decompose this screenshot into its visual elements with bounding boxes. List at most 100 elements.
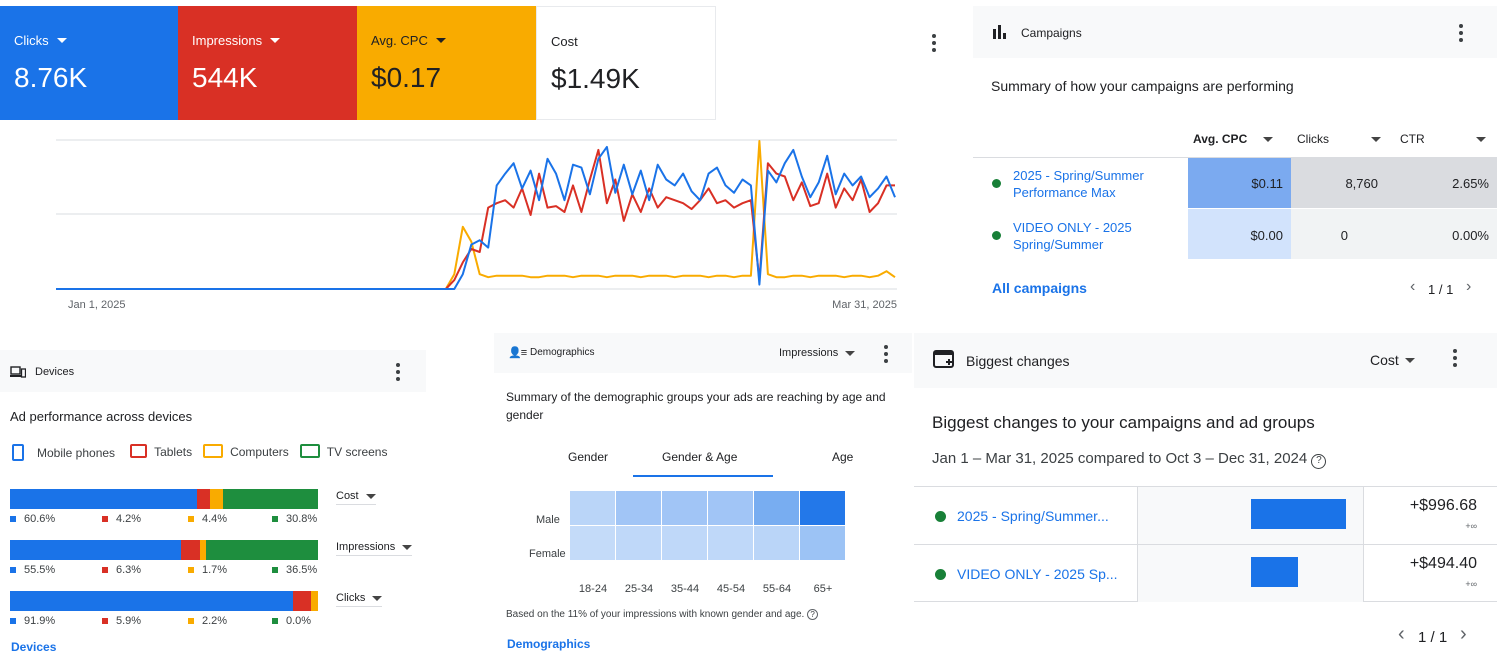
heatmap-cell — [662, 526, 707, 560]
bar-segment — [311, 591, 318, 611]
tab-gender-age[interactable]: Gender & Age — [662, 450, 737, 464]
card-title: Demographics — [530, 347, 595, 358]
card-title: Campaigns — [1021, 26, 1082, 40]
metric-selector[interactable]: Cost — [336, 490, 376, 505]
mobile-phone-icon — [12, 444, 24, 461]
column-header-avg-cpc[interactable]: Avg. CPC — [1193, 132, 1273, 146]
bar-segment — [10, 540, 181, 560]
active-tab-indicator — [633, 475, 773, 477]
prev-page-icon[interactable]: ‹ — [1410, 278, 1415, 296]
share-label: 4.4% — [188, 513, 227, 525]
color-swatch — [188, 567, 194, 573]
campaign-link[interactable]: 2025 - Spring/Summer... — [957, 508, 1109, 524]
sort-arrow-icon — [1263, 136, 1273, 142]
share-label: 6.3% — [102, 564, 141, 576]
devices-link[interactable]: Devices — [11, 640, 56, 654]
tab-gender[interactable]: Gender — [568, 450, 608, 464]
color-swatch — [102, 618, 108, 624]
device-share-bar — [10, 540, 318, 560]
biggest-changes-card: Biggest changes Cost Biggest changes to … — [914, 333, 1497, 666]
campaign-link[interactable]: VIDEO ONLY - 2025 Spring/Summer — [1013, 219, 1163, 253]
metric-selector[interactable]: Impressions — [779, 347, 856, 359]
metric-selector[interactable]: Clicks — [336, 592, 383, 607]
metric-value: 8.76K — [14, 62, 88, 93]
help-icon[interactable]: ? — [807, 609, 819, 620]
legend-tablets: Tablets — [130, 444, 192, 461]
card-menu-icon[interactable] — [884, 345, 888, 363]
card-menu-icon[interactable] — [396, 363, 400, 381]
share-label: 60.6% — [10, 513, 55, 525]
heatmap-cell — [708, 526, 753, 560]
next-page-icon[interactable]: › — [1466, 278, 1471, 296]
share-value: 55.5% — [24, 564, 56, 576]
bar-segment — [180, 540, 201, 560]
tablet-icon — [130, 444, 148, 458]
metric-tile-avg-cpc[interactable]: Avg. CPC $0.17 — [357, 6, 536, 120]
bar-segment — [209, 489, 224, 509]
metric-label: Clicks — [14, 33, 49, 48]
cpc-cell: $0.11 — [1188, 158, 1291, 208]
age-label: 18-24 — [578, 583, 608, 595]
card-menu-icon[interactable] — [1459, 24, 1463, 42]
overview-menu-icon[interactable] — [932, 34, 936, 52]
column-header-clicks[interactable]: Clicks — [1297, 132, 1381, 146]
bar-segment — [205, 540, 318, 560]
dropdown-arrow-icon[interactable] — [435, 38, 446, 43]
change-delta: +∞ — [1465, 521, 1477, 531]
status-dot — [935, 569, 946, 580]
demographics-card: 👤≡ Demographics Impressions Summary of t… — [494, 333, 912, 666]
metric-tile-clicks[interactable]: Clicks 8.76K — [0, 6, 178, 120]
share-value: 1.7% — [202, 564, 228, 576]
campaign-link[interactable]: 2025 - Spring/Summer Performance Max — [1013, 167, 1163, 201]
help-icon[interactable]: ? — [1311, 454, 1327, 469]
dropdown-arrow-icon[interactable] — [56, 38, 67, 43]
campaigns-card: Campaigns Summary of how your campaigns … — [973, 6, 1497, 320]
sort-arrow-icon — [1476, 136, 1486, 142]
table-row: VIDEO ONLY - 2025 Sp... +$494.40 +∞ — [914, 544, 1497, 602]
metric-selector[interactable]: Impressions — [336, 541, 413, 556]
computer-icon — [203, 444, 224, 458]
card-subtitle: Summary of how your campaigns are perfor… — [991, 78, 1294, 94]
devices-icon — [10, 366, 26, 378]
device-share-bar — [10, 591, 318, 611]
metric-tile-impressions[interactable]: Impressions 544K — [178, 6, 357, 120]
share-value: 4.4% — [202, 513, 228, 525]
color-swatch — [272, 516, 278, 522]
demographics-header: 👤≡ Demographics Impressions — [494, 333, 912, 373]
change-bar — [1251, 557, 1298, 587]
metric-value: $0.17 — [371, 62, 442, 93]
share-labels: 91.9% 5.9% 2.2% 0.0% — [10, 614, 320, 628]
bar-segment — [223, 489, 318, 509]
bar-segment — [293, 591, 312, 611]
devices-card: Devices Ad performance across devices Mo… — [0, 350, 426, 666]
chart-series — [56, 140, 896, 290]
campaign-link[interactable]: VIDEO ONLY - 2025 Sp... — [957, 566, 1118, 582]
column-header-ctr[interactable]: CTR — [1400, 132, 1486, 146]
legend-computers: Computers — [203, 444, 289, 461]
share-value: 30.8% — [286, 513, 318, 525]
card-title: Biggest changes — [966, 353, 1070, 369]
next-page-icon[interactable]: › — [1460, 623, 1467, 646]
card-menu-icon[interactable] — [1453, 349, 1457, 367]
change-delta: +∞ — [1465, 579, 1477, 589]
metric-selector[interactable]: Cost — [1370, 352, 1415, 368]
share-value: 2.2% — [202, 615, 228, 627]
heatmap-cell — [662, 491, 707, 525]
dropdown-arrow-icon[interactable] — [270, 38, 281, 43]
share-value: 60.6% — [24, 513, 56, 525]
age-label: 65+ — [813, 583, 833, 595]
metric-tile-cost[interactable]: Cost $1.49K — [536, 6, 716, 120]
demographics-link[interactable]: Demographics — [507, 637, 590, 651]
coverage-note: Based on the 11% of your impressions wit… — [506, 609, 819, 620]
age-label: 35-44 — [670, 583, 700, 595]
tab-age[interactable]: Age — [832, 450, 853, 464]
card-subtitle: Ad performance across devices — [10, 409, 193, 424]
all-campaigns-link[interactable]: All campaigns — [992, 280, 1087, 296]
prev-page-icon[interactable]: ‹ — [1398, 623, 1405, 646]
heatmap-cell — [570, 526, 615, 560]
share-label: 55.5% — [10, 564, 55, 576]
row-label-female: Female — [529, 548, 566, 560]
share-value: 6.3% — [116, 564, 142, 576]
clicks-cell: 8,760 — [1291, 158, 1394, 208]
status-dot — [992, 231, 1001, 240]
